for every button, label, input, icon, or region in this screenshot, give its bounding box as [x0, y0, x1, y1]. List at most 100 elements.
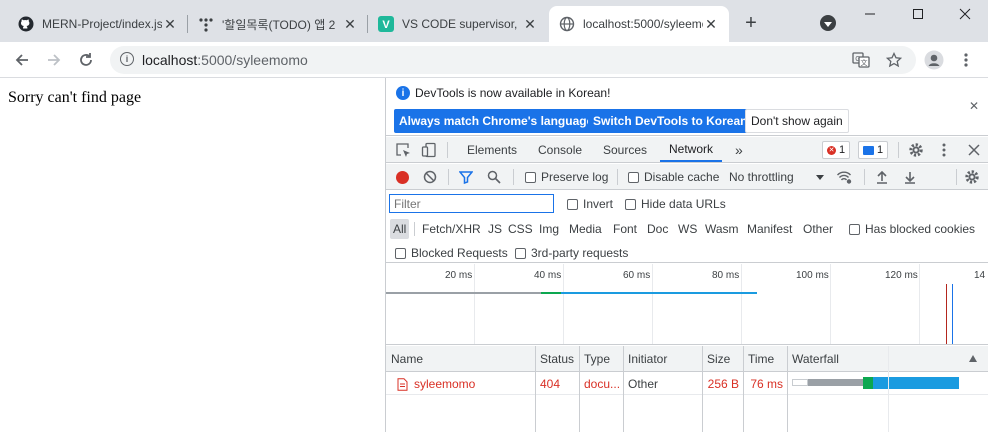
throttling-select[interactable]: No throttling: [729, 170, 794, 184]
tab-network[interactable]: Network: [660, 137, 723, 162]
close-devtools-icon[interactable]: [966, 142, 982, 158]
disable-cache-checkbox[interactable]: Disable cache: [628, 170, 719, 184]
column-header-size[interactable]: Size: [702, 346, 743, 372]
forward-arrow-icon[interactable]: [44, 50, 64, 70]
site-info-icon[interactable]: i: [120, 52, 134, 66]
back-arrow-icon[interactable]: [12, 50, 32, 70]
v-logo-icon: V: [378, 16, 394, 32]
request-size-cell: 256 B: [707, 377, 739, 391]
timeline-tick-label: 100 ms: [796, 270, 829, 281]
new-tab-button[interactable]: +: [740, 12, 762, 34]
more-tabs-chevron-icon[interactable]: »: [726, 137, 752, 162]
column-header-status[interactable]: Status: [535, 346, 579, 372]
close-icon[interactable]: ✕: [162, 16, 178, 32]
kebab-menu-icon[interactable]: [956, 50, 976, 70]
filter-funnel-icon[interactable]: [458, 169, 474, 185]
type-filter-other[interactable]: Other: [800, 219, 836, 239]
close-icon[interactable]: ✕: [342, 16, 358, 32]
timeline-tick-label: 14: [974, 270, 986, 281]
tab-title: localhost:5000/syleemomo: [583, 17, 703, 31]
export-har-icon[interactable]: [902, 169, 918, 185]
hide-data-urls-checkbox[interactable]: Hide data URLs: [625, 197, 726, 211]
tab-vscode[interactable]: V VS CODE supervisor, ✕: [368, 6, 548, 42]
minimize-icon[interactable]: [860, 4, 880, 24]
network-toolbar: Preserve log Disable cache No throttling: [386, 164, 988, 190]
maximize-icon[interactable]: [908, 4, 928, 24]
tab-title: MERN-Project/index.js: [42, 17, 162, 31]
invert-checkbox[interactable]: Invert: [567, 197, 613, 211]
dont-show-again-button[interactable]: Don't show again: [745, 109, 849, 133]
tab-strip: MERN-Project/index.js ✕ '할일목록(TODO) 앱 2 …: [0, 0, 988, 42]
type-filter-ws[interactable]: WS: [675, 219, 700, 239]
request-name-cell[interactable]: syleemomo: [392, 373, 535, 395]
switch-to-korean-button[interactable]: Switch DevTools to Korean: [588, 109, 753, 133]
clear-icon[interactable]: [422, 169, 438, 185]
type-filter-fetch-xhr[interactable]: Fetch/XHR: [419, 219, 484, 239]
type-filter-manifest[interactable]: Manifest: [744, 219, 795, 239]
browser-toolbar: i localhost:5000/syleemomo G文: [0, 42, 988, 78]
type-filter-wasm[interactable]: Wasm: [702, 219, 742, 239]
column-header-time[interactable]: Time: [743, 346, 787, 372]
close-icon[interactable]: ✕: [703, 16, 719, 32]
settings-gear-icon[interactable]: [908, 142, 924, 158]
tab-sources[interactable]: Sources: [594, 137, 656, 162]
device-toolbar-icon[interactable]: [421, 142, 437, 158]
type-filter-css[interactable]: CSS: [505, 219, 536, 239]
type-filter-js[interactable]: JS: [485, 219, 505, 239]
inspect-element-icon[interactable]: [395, 142, 411, 158]
always-match-language-button[interactable]: Always match Chrome's language: [394, 109, 599, 133]
document-file-icon: [397, 377, 408, 391]
network-request-table: Name Status Type Initiator Size Time Wat…: [386, 346, 988, 432]
message-icon: [863, 145, 874, 155]
load-event-marker: [946, 284, 947, 344]
waterfall-bar-queueing: [792, 379, 808, 386]
translate-icon[interactable]: G文: [851, 50, 871, 70]
third-party-requests-checkbox[interactable]: 3rd-party requests: [515, 246, 628, 260]
column-header-type[interactable]: Type: [579, 346, 623, 372]
window-close-icon[interactable]: [955, 4, 975, 24]
tab-search-button[interactable]: [820, 15, 836, 31]
column-header-initiator[interactable]: Initiator: [623, 346, 702, 372]
devtools-panel: i DevTools is now available in Korean! ✕…: [385, 78, 988, 432]
tab-github[interactable]: MERN-Project/index.js ✕: [8, 6, 188, 42]
record-icon[interactable]: [394, 169, 410, 185]
type-filter-doc[interactable]: Doc: [644, 219, 671, 239]
network-filter-bar: Invert Hide data URLs All Fetch/XHR JS C…: [386, 191, 988, 263]
address-bar[interactable]: i localhost:5000/syleemomo: [110, 46, 916, 74]
profile-avatar-icon[interactable]: [924, 50, 944, 70]
has-blocked-cookies-checkbox[interactable]: Has blocked cookies: [849, 222, 975, 236]
import-har-icon[interactable]: [874, 169, 890, 185]
devtools-menu-icon[interactable]: [936, 142, 952, 158]
tab-todo[interactable]: '할일목록(TODO) 앱 2 ✕: [188, 6, 368, 42]
close-icon[interactable]: ✕: [969, 99, 979, 113]
preserve-log-checkbox[interactable]: Preserve log: [525, 170, 608, 184]
error-count-badge[interactable]: ✕ 1: [822, 141, 851, 159]
type-filter-img[interactable]: Img: [536, 219, 562, 239]
reload-icon[interactable]: [76, 50, 96, 70]
timeline-tick-label: 80 ms: [712, 270, 740, 281]
infobar-message: DevTools is now available in Korean!: [415, 86, 611, 100]
close-icon[interactable]: ✕: [522, 16, 538, 32]
network-conditions-icon[interactable]: [836, 169, 852, 185]
error-icon: ✕: [827, 145, 836, 155]
filter-input[interactable]: [389, 194, 554, 213]
chevron-down-icon: [816, 175, 824, 180]
waterfall-bar-ttfb: [863, 377, 873, 389]
blocked-requests-checkbox[interactable]: Blocked Requests: [395, 246, 508, 260]
search-icon[interactable]: [486, 169, 502, 185]
type-filter-all[interactable]: All: [390, 219, 410, 239]
tab-elements[interactable]: Elements: [458, 137, 526, 162]
type-filter-font[interactable]: Font: [610, 219, 640, 239]
globe-icon: [559, 16, 575, 32]
svg-text:文: 文: [861, 58, 868, 67]
network-overview-timeline[interactable]: 20 ms 40 ms 60 ms 80 ms 100 ms 120 ms 14: [386, 264, 988, 345]
bookmark-star-icon[interactable]: [884, 50, 904, 70]
tab-localhost[interactable]: localhost:5000/syleemomo ✕: [549, 6, 729, 42]
network-settings-gear-icon[interactable]: [964, 169, 980, 185]
message-count-badge[interactable]: 1: [858, 141, 889, 159]
column-header-name[interactable]: Name: [386, 346, 535, 372]
tab-console[interactable]: Console: [529, 137, 591, 162]
timeline-bar-connect: [541, 292, 561, 294]
type-filter-media[interactable]: Media: [566, 219, 605, 239]
github-icon: [18, 16, 34, 32]
